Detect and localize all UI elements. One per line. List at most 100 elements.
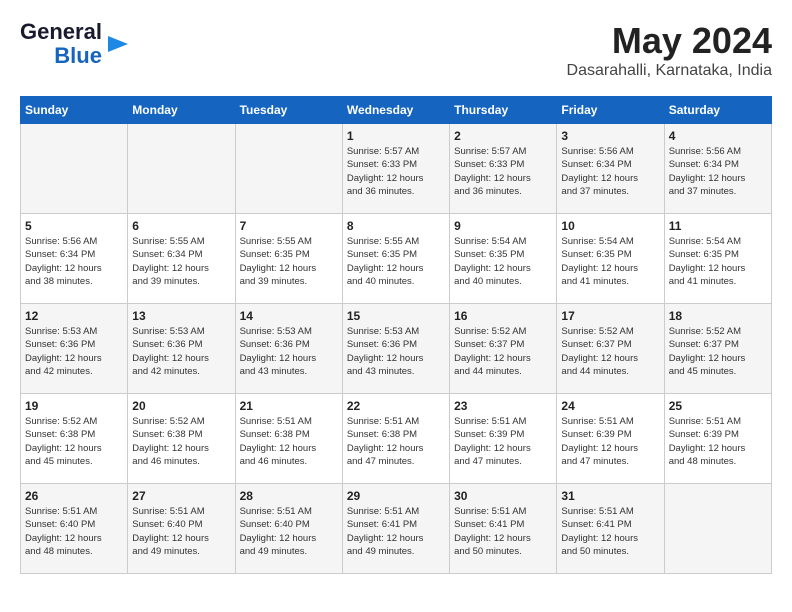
calendar-cell: 21 Sunrise: 5:51 AM Sunset: 6:38 PM Dayli… — [235, 394, 342, 484]
day-info: Sunrise: 5:53 AM Sunset: 6:36 PM Dayligh… — [132, 325, 230, 378]
day-info: Sunrise: 5:55 AM Sunset: 6:35 PM Dayligh… — [240, 235, 338, 288]
calendar-cell: 8 Sunrise: 5:55 AM Sunset: 6:35 PM Daylig… — [342, 214, 449, 304]
day-info: Sunrise: 5:52 AM Sunset: 6:37 PM Dayligh… — [454, 325, 552, 378]
day-number: 29 — [347, 489, 445, 503]
day-info: Sunrise: 5:52 AM Sunset: 6:38 PM Dayligh… — [132, 415, 230, 468]
calendar-cell: 6Sunrise: 5:55 AM Sunset: 6:34 PM Daylig… — [128, 214, 235, 304]
day-number: 8 — [347, 219, 445, 233]
day-number: 31 — [561, 489, 659, 503]
day-number: 25 — [669, 399, 767, 413]
day-number: 10 — [561, 219, 659, 233]
day-info: Sunrise: 5:51 AM Sunset: 6:40 PM Dayligh… — [25, 505, 123, 558]
weekday-header-wednesday: Wednesday — [342, 97, 449, 124]
calendar-week-1: 1 Sunrise: 5:57 AM Sunset: 6:33 PM Daylig… — [21, 124, 772, 214]
calendar-cell: 4 Sunrise: 5:56 AM Sunset: 6:34 PM Daylig… — [664, 124, 771, 214]
calendar-cell: 19Sunrise: 5:52 AM Sunset: 6:38 PM Dayli… — [21, 394, 128, 484]
calendar-cell: 20 Sunrise: 5:52 AM Sunset: 6:38 PM Dayli… — [128, 394, 235, 484]
calendar-body: 1 Sunrise: 5:57 AM Sunset: 6:33 PM Daylig… — [21, 124, 772, 574]
day-number: 22 — [347, 399, 445, 413]
calendar-cell — [128, 124, 235, 214]
calendar-cell: 3 Sunrise: 5:56 AM Sunset: 6:34 PM Daylig… — [557, 124, 664, 214]
day-info: Sunrise: 5:51 AM Sunset: 6:41 PM Dayligh… — [347, 505, 445, 558]
day-number: 1 — [347, 129, 445, 143]
day-number: 4 — [669, 129, 767, 143]
day-number: 21 — [240, 399, 338, 413]
day-number: 20 — [132, 399, 230, 413]
day-info: Sunrise: 5:54 AM Sunset: 6:35 PM Dayligh… — [669, 235, 767, 288]
day-info: Sunrise: 5:56 AM Sunset: 6:34 PM Dayligh… — [561, 145, 659, 198]
day-number: 6 — [132, 219, 230, 233]
day-info: Sunrise: 5:53 AM Sunset: 6:36 PM Dayligh… — [347, 325, 445, 378]
title-block: May 2024 Dasarahalli, Karnataka, India — [567, 20, 772, 80]
day-info: Sunrise: 5:52 AM Sunset: 6:37 PM Dayligh… — [669, 325, 767, 378]
day-info: Sunrise: 5:54 AM Sunset: 6:35 PM Dayligh… — [454, 235, 552, 288]
weekday-header-monday: Monday — [128, 97, 235, 124]
day-info: Sunrise: 5:53 AM Sunset: 6:36 PM Dayligh… — [25, 325, 123, 378]
day-info: Sunrise: 5:51 AM Sunset: 6:41 PM Dayligh… — [454, 505, 552, 558]
calendar-week-3: 12 Sunrise: 5:53 AM Sunset: 6:36 PM Dayli… — [21, 304, 772, 394]
day-info: Sunrise: 5:51 AM Sunset: 6:41 PM Dayligh… — [561, 505, 659, 558]
calendar-cell: 24 Sunrise: 5:51 AM Sunset: 6:39 PM Dayli… — [557, 394, 664, 484]
calendar-cell: 16Sunrise: 5:52 AM Sunset: 6:37 PM Dayli… — [450, 304, 557, 394]
day-info: Sunrise: 5:51 AM Sunset: 6:40 PM Dayligh… — [132, 505, 230, 558]
day-info: Sunrise: 5:55 AM Sunset: 6:35 PM Dayligh… — [347, 235, 445, 288]
calendar-week-4: 19Sunrise: 5:52 AM Sunset: 6:38 PM Dayli… — [21, 394, 772, 484]
day-info: Sunrise: 5:51 AM Sunset: 6:38 PM Dayligh… — [347, 415, 445, 468]
day-number: 30 — [454, 489, 552, 503]
calendar-cell: 23Sunrise: 5:51 AM Sunset: 6:39 PM Dayli… — [450, 394, 557, 484]
calendar-cell: 30 Sunrise: 5:51 AM Sunset: 6:41 PM Dayli… — [450, 484, 557, 574]
day-info: Sunrise: 5:54 AM Sunset: 6:35 PM Dayligh… — [561, 235, 659, 288]
weekday-header-saturday: Saturday — [664, 97, 771, 124]
day-info: Sunrise: 5:51 AM Sunset: 6:38 PM Dayligh… — [240, 415, 338, 468]
day-number: 2 — [454, 129, 552, 143]
day-info: Sunrise: 5:51 AM Sunset: 6:40 PM Dayligh… — [240, 505, 338, 558]
day-info: Sunrise: 5:57 AM Sunset: 6:33 PM Dayligh… — [454, 145, 552, 198]
calendar-cell: 14 Sunrise: 5:53 AM Sunset: 6:36 PM Dayli… — [235, 304, 342, 394]
day-number: 3 — [561, 129, 659, 143]
calendar-cell: 7Sunrise: 5:55 AM Sunset: 6:35 PM Daylig… — [235, 214, 342, 304]
day-number: 5 — [25, 219, 123, 233]
calendar-week-2: 5 Sunrise: 5:56 AM Sunset: 6:34 PM Daylig… — [21, 214, 772, 304]
day-number: 9 — [454, 219, 552, 233]
calendar-cell: 5 Sunrise: 5:56 AM Sunset: 6:34 PM Daylig… — [21, 214, 128, 304]
weekday-header-row: SundayMondayTuesdayWednesdayThursdayFrid… — [21, 97, 772, 124]
calendar-table: SundayMondayTuesdayWednesdayThursdayFrid… — [20, 96, 772, 574]
day-info: Sunrise: 5:52 AM Sunset: 6:37 PM Dayligh… — [561, 325, 659, 378]
calendar-cell: 9 Sunrise: 5:54 AM Sunset: 6:35 PM Daylig… — [450, 214, 557, 304]
day-number: 18 — [669, 309, 767, 323]
day-info: Sunrise: 5:56 AM Sunset: 6:34 PM Dayligh… — [669, 145, 767, 198]
weekday-header-thursday: Thursday — [450, 97, 557, 124]
calendar-cell: 2 Sunrise: 5:57 AM Sunset: 6:33 PM Daylig… — [450, 124, 557, 214]
day-number: 15 — [347, 309, 445, 323]
calendar-cell: 17 Sunrise: 5:52 AM Sunset: 6:37 PM Dayli… — [557, 304, 664, 394]
calendar-cell — [235, 124, 342, 214]
calendar-cell: 11Sunrise: 5:54 AM Sunset: 6:35 PM Dayli… — [664, 214, 771, 304]
main-title: May 2024 — [567, 20, 772, 62]
calendar-cell: 28 Sunrise: 5:51 AM Sunset: 6:40 PM Dayli… — [235, 484, 342, 574]
day-number: 27 — [132, 489, 230, 503]
subtitle: Dasarahalli, Karnataka, India — [567, 62, 772, 80]
day-info: Sunrise: 5:56 AM Sunset: 6:34 PM Dayligh… — [25, 235, 123, 288]
calendar-cell: 29 Sunrise: 5:51 AM Sunset: 6:41 PM Dayli… — [342, 484, 449, 574]
weekday-header-sunday: Sunday — [21, 97, 128, 124]
calendar-cell: 15 Sunrise: 5:53 AM Sunset: 6:36 PM Dayli… — [342, 304, 449, 394]
logo-text-general: General — [20, 20, 102, 44]
day-number: 24 — [561, 399, 659, 413]
calendar-cell: 10 Sunrise: 5:54 AM Sunset: 6:35 PM Dayli… — [557, 214, 664, 304]
day-number: 14 — [240, 309, 338, 323]
day-info: Sunrise: 5:51 AM Sunset: 6:39 PM Dayligh… — [669, 415, 767, 468]
calendar-cell: 26 Sunrise: 5:51 AM Sunset: 6:40 PM Dayli… — [21, 484, 128, 574]
calendar-week-5: 26 Sunrise: 5:51 AM Sunset: 6:40 PM Dayli… — [21, 484, 772, 574]
calendar-cell: 27 Sunrise: 5:51 AM Sunset: 6:40 PM Dayli… — [128, 484, 235, 574]
day-number: 26 — [25, 489, 123, 503]
weekday-header-friday: Friday — [557, 97, 664, 124]
calendar-cell: 31 Sunrise: 5:51 AM Sunset: 6:41 PM Dayli… — [557, 484, 664, 574]
day-number: 12 — [25, 309, 123, 323]
day-info: Sunrise: 5:53 AM Sunset: 6:36 PM Dayligh… — [240, 325, 338, 378]
day-number: 17 — [561, 309, 659, 323]
day-info: Sunrise: 5:52 AM Sunset: 6:38 PM Dayligh… — [25, 415, 123, 468]
day-info: Sunrise: 5:57 AM Sunset: 6:33 PM Dayligh… — [347, 145, 445, 198]
calendar-cell: 12 Sunrise: 5:53 AM Sunset: 6:36 PM Dayli… — [21, 304, 128, 394]
day-number: 28 — [240, 489, 338, 503]
day-info: Sunrise: 5:51 AM Sunset: 6:39 PM Dayligh… — [561, 415, 659, 468]
